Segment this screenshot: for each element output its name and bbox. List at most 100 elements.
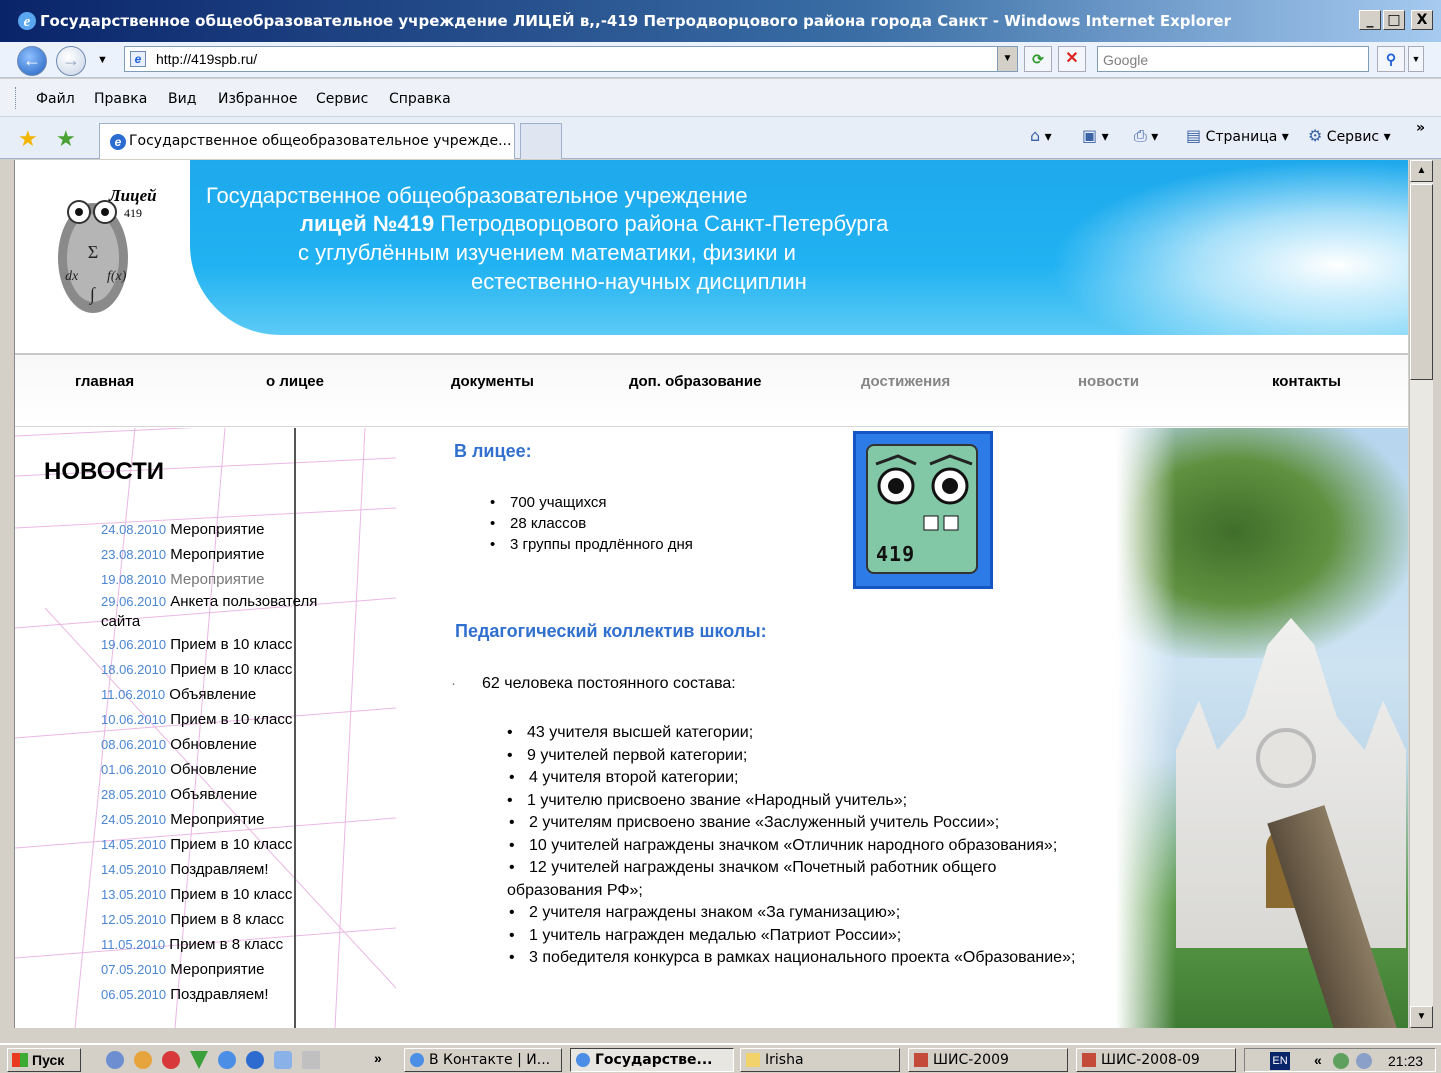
toolbar-more-button[interactable]: »	[1416, 120, 1425, 136]
list-item: 4 учителя второй категории;	[487, 767, 1087, 790]
title-bar: e Государственное общеобразовательное уч…	[0, 0, 1441, 42]
tray-expand-icon[interactable]: «	[1314, 1052, 1322, 1068]
scroll-up-icon[interactable]: ▲	[1410, 160, 1433, 182]
taskbar-item[interactable]: ШИС-2008-09	[1076, 1048, 1236, 1072]
start-button[interactable]: Пуск	[7, 1048, 81, 1072]
news-item[interactable]: 19.06.2010 Прием в 10 класс	[101, 632, 341, 657]
back-button[interactable]: ←	[17, 46, 47, 76]
forward-button[interactable]: →	[56, 46, 86, 76]
news-item[interactable]: 06.05.2010 Поздравляем!	[101, 982, 341, 1007]
news-date: 01.06.2010	[101, 762, 167, 777]
ie-icon	[576, 1053, 590, 1067]
address-dropdown-icon[interactable]: ▼	[997, 47, 1017, 71]
search-icon[interactable]: ⚲	[1377, 46, 1405, 72]
news-item[interactable]: 28.05.2010 Объявление	[101, 782, 341, 807]
menu-help[interactable]: Справка	[389, 91, 451, 107]
address-text: http://419spb.ru/	[156, 51, 258, 67]
news-item[interactable]: 10.06.2010 Прием в 10 класс	[101, 707, 341, 732]
news-title: Мероприятие	[170, 571, 265, 588]
nav-documents[interactable]: документы	[451, 373, 534, 390]
toolbar-grip[interactable]	[15, 87, 18, 109]
news-title: Прием в 8 класс	[170, 911, 285, 928]
quicklaunch-v-icon[interactable]	[190, 1051, 208, 1069]
nav-extra-education[interactable]: доп. образование	[629, 373, 761, 390]
tray-network-icon[interactable]	[1333, 1053, 1349, 1069]
news-item[interactable]: 11.06.2010 Объявление	[101, 682, 341, 707]
quicklaunch-messenger-icon[interactable]	[134, 1051, 152, 1069]
news-item[interactable]: 13.05.2010 Прием в 10 класс	[101, 882, 341, 907]
stop-button[interactable]: ✕	[1058, 46, 1086, 72]
quicklaunch-desktop-icon[interactable]	[274, 1051, 292, 1069]
news-sidebar: НОВОСТИ 24.08.2010 Мероприятие 23.08.201…	[15, 428, 396, 1028]
tools-menu-button[interactable]: ⚙ Сервис ▾	[1308, 126, 1391, 145]
taskbar-item[interactable]: ШИС-2009	[908, 1048, 1068, 1072]
favorites-star-icon[interactable]: ★	[18, 126, 38, 152]
site-nav: главная о лицее документы доп. образован…	[15, 355, 1408, 427]
news-item[interactable]: 24.05.2010 Мероприятие	[101, 807, 341, 832]
news-item[interactable]: 12.05.2010 Прием в 8 класс	[101, 907, 341, 932]
minimize-button[interactable]: _	[1359, 10, 1381, 30]
news-item[interactable]: 19.08.2010 Мероприятие	[101, 567, 341, 592]
new-tab-button[interactable]	[520, 123, 562, 159]
menu-favorites[interactable]: Избранное	[218, 91, 298, 107]
news-item[interactable]: 14.05.2010 Прием в 10 класс	[101, 832, 341, 857]
news-date: 07.05.2010	[101, 962, 167, 977]
vertical-scrollbar[interactable]: ▲ ▼	[1409, 160, 1433, 1028]
quicklaunch-more[interactable]: »	[374, 1050, 382, 1066]
feeds-button[interactable]: ▣ ▾	[1082, 126, 1109, 145]
news-item[interactable]: 29.06.2010 Анкета пользователя сайта	[101, 592, 341, 632]
page-menu-button[interactable]: ▤ Страница ▾	[1186, 126, 1289, 145]
tray-volume-icon[interactable]	[1356, 1053, 1372, 1069]
taskbar-item[interactable]: Irisha	[740, 1048, 900, 1072]
language-indicator[interactable]: EN	[1270, 1052, 1290, 1070]
address-input[interactable]: e http://419spb.ru/ ▼	[124, 46, 1018, 72]
nav-contacts[interactable]: контакты	[1272, 373, 1341, 390]
news-item[interactable]: 01.06.2010 Обновление	[101, 757, 341, 782]
quicklaunch-ie-icon[interactable]	[218, 1051, 236, 1069]
news-item[interactable]: 07.05.2010 Мероприятие	[101, 957, 341, 982]
taskbar-item-label: ШИС-2009	[933, 1052, 1009, 1068]
menu-file[interactable]: Файл	[36, 91, 75, 107]
logo-text: Лицей	[109, 186, 157, 205]
news-date: 24.05.2010	[101, 812, 167, 827]
news-item[interactable]: 14.05.2010 Поздравляем!	[101, 857, 341, 882]
news-item[interactable]: 24.08.2010 Мероприятие	[101, 517, 341, 542]
quicklaunch-media-icon[interactable]	[246, 1051, 264, 1069]
page-viewport: Σ dx f(x) ∫ Лицей 419 Государственное об…	[14, 160, 1408, 1028]
menu-edit[interactable]: Правка	[94, 91, 147, 107]
refresh-button[interactable]: ⟳	[1024, 46, 1052, 72]
print-icon: ⎙	[1134, 126, 1147, 145]
menu-view[interactable]: Вид	[168, 91, 196, 107]
scroll-thumb[interactable]	[1410, 184, 1433, 380]
news-item[interactable]: 18.06.2010 Прием в 10 класс	[101, 657, 341, 682]
nav-home[interactable]: главная	[75, 373, 134, 390]
tab-active[interactable]: e Государственное общеобразовательное уч…	[99, 123, 515, 159]
powerpoint-icon	[914, 1053, 928, 1067]
history-dropdown-icon[interactable]: ▼	[97, 54, 108, 66]
close-button[interactable]: X	[1411, 10, 1433, 30]
search-input[interactable]: Google	[1097, 46, 1369, 72]
nav-achievements[interactable]: достижения	[861, 373, 950, 390]
print-button[interactable]: ⎙ ▾	[1134, 126, 1158, 146]
taskbar-item-active[interactable]: Государстве...	[570, 1048, 734, 1072]
taskbar-item-label: Irisha	[765, 1052, 804, 1068]
taskbar-item[interactable]: В Контакте | И...	[404, 1048, 562, 1072]
add-favorite-icon[interactable]: ★	[56, 126, 76, 152]
nav-news[interactable]: новости	[1078, 373, 1139, 390]
news-item[interactable]: 23.08.2010 Мероприятие	[101, 542, 341, 567]
menu-tools[interactable]: Сервис	[316, 91, 368, 107]
quicklaunch-notepad-icon[interactable]	[302, 1051, 320, 1069]
home-button[interactable]: ⌂ ▾	[1030, 126, 1052, 145]
scroll-down-icon[interactable]: ▼	[1410, 1006, 1433, 1028]
news-date: 19.06.2010	[101, 637, 167, 652]
list-item: 3 группы продлённого дня	[490, 534, 693, 555]
search-options-icon[interactable]: ▼	[1408, 46, 1424, 72]
quicklaunch-browser-icon[interactable]	[106, 1051, 124, 1069]
news-title: Прием в 10 класс	[170, 661, 293, 678]
news-item[interactable]: 08.06.2010 Обновление	[101, 732, 341, 757]
news-item[interactable]: 11.05.2010 Прием в 8 класс	[101, 932, 341, 957]
maximize-button[interactable]: □	[1383, 10, 1405, 30]
quicklaunch-opera-icon[interactable]	[162, 1051, 180, 1069]
nav-about[interactable]: о лицее	[266, 373, 324, 390]
in-lyceum-list: 700 учащихся 28 классов 3 группы продлён…	[490, 492, 693, 555]
